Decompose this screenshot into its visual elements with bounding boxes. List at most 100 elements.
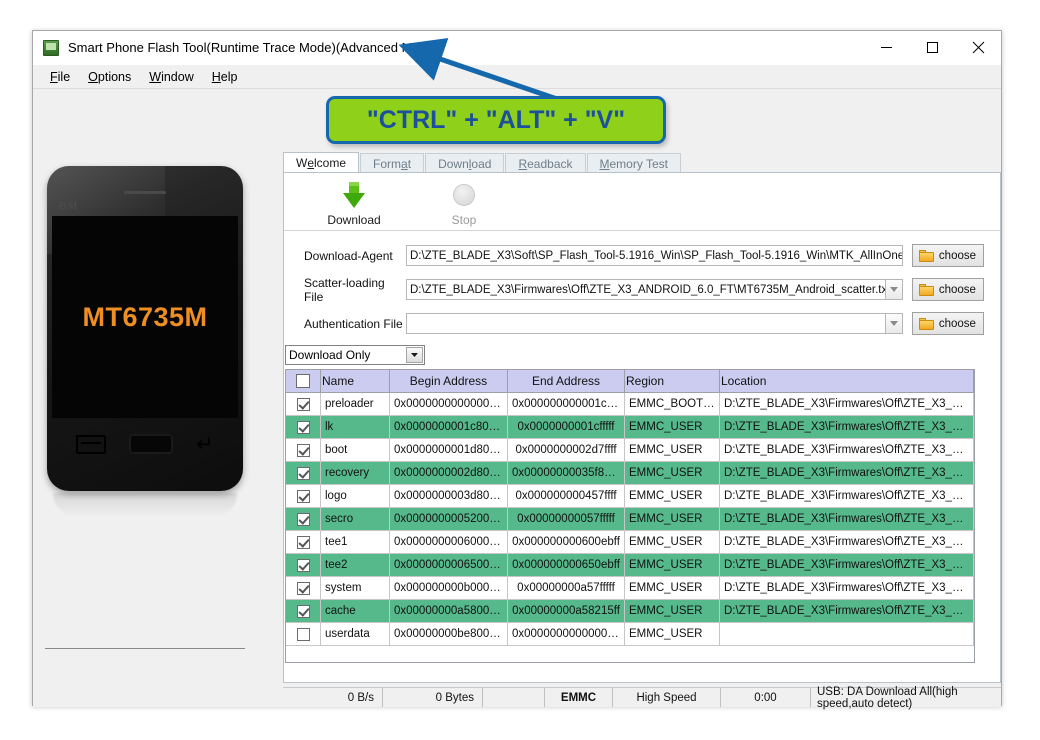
- authentication-file-input[interactable]: [406, 313, 886, 334]
- phone-brand-label: BM: [59, 200, 79, 212]
- menu-item-options[interactable]: Options: [79, 68, 140, 86]
- authentication-file-chevron-down-icon[interactable]: [885, 313, 903, 334]
- status-usb-speed: High Speed: [613, 688, 721, 707]
- location-cell: D:\ZTE_BLADE_X3\Firmwares\Off\ZTE_X3_AND…: [719, 507, 974, 531]
- column-header-end-address[interactable]: End Address: [507, 370, 625, 393]
- row-checkbox[interactable]: [296, 443, 310, 457]
- menu-item-window[interactable]: Window: [140, 68, 202, 86]
- chevron-down-icon[interactable]: [406, 347, 423, 363]
- tab-format[interactable]: Form a t: [360, 153, 425, 173]
- folder-icon: [918, 283, 934, 296]
- row-checkbox-cell[interactable]: [286, 576, 321, 600]
- download-mode-select[interactable]: Download Only: [285, 345, 425, 365]
- row-checkbox-cell[interactable]: [286, 553, 321, 577]
- minimize-button[interactable]: [863, 31, 909, 64]
- end-address-cell: 0x000000000650ebff: [507, 553, 625, 577]
- row-checkbox-cell[interactable]: [286, 461, 321, 485]
- download-agent-input[interactable]: D:\ZTE_BLADE_X3\Soft\SP_Flash_Tool-5.191…: [406, 245, 903, 266]
- end-address-cell: 0x000000000600ebff: [507, 530, 625, 554]
- phone-screen: MT6735M: [52, 216, 238, 418]
- row-checkbox[interactable]: [296, 397, 310, 411]
- table-body: preloader 0x0000000000000000 0x00000000000…: [286, 392, 974, 646]
- row-checkbox[interactable]: [296, 581, 310, 595]
- download-button[interactable]: Download: [311, 179, 397, 227]
- table-row[interactable]: cache 0x00000000a5800000 0x00000000a58215f…: [286, 599, 974, 623]
- table-row[interactable]: userdata 0x00000000be800000 0x000000000000…: [286, 622, 974, 646]
- row-checkbox-cell[interactable]: [286, 622, 321, 646]
- table-row[interactable]: tee2 0x0000000006500000 0x000000000650ebff…: [286, 553, 974, 577]
- row-checkbox[interactable]: [296, 489, 310, 503]
- status-bytes: 0 Bytes: [383, 688, 483, 707]
- location-cell: D:\ZTE_BLADE_X3\Firmwares\Off\ZTE_X3_AND…: [719, 599, 974, 623]
- partition-name-cell: system: [320, 576, 390, 600]
- table-row[interactable]: boot 0x0000000001d80000 0x0000000002d7ffff…: [286, 438, 974, 462]
- status-bar: 0 B/s 0 Bytes EMMC High Speed 0:00 USB: …: [283, 686, 1001, 710]
- row-checkbox-cell[interactable]: [286, 599, 321, 623]
- maximize-button[interactable]: [909, 31, 955, 64]
- stop-button[interactable]: Stop: [421, 179, 507, 227]
- download-agent-choose-button[interactable]: choose: [911, 244, 984, 267]
- column-header-location[interactable]: Location: [719, 370, 974, 393]
- tab-download[interactable]: Down l oad: [425, 153, 505, 173]
- download-mode-value: Download Only: [289, 348, 371, 362]
- row-checkbox-cell[interactable]: [286, 392, 321, 416]
- table-row[interactable]: recovery 0x0000000002d80000 0x00000000035f…: [286, 461, 974, 485]
- region-cell: EMMC_BOOT_1: [624, 392, 720, 416]
- menu-item-file[interactable]: File: [41, 68, 79, 86]
- row-checkbox[interactable]: [296, 535, 310, 549]
- download-button-label: Download: [327, 213, 381, 227]
- scatter-file-input[interactable]: D:\ZTE_BLADE_X3\Firmwares\Off\ZTE_X3_AND…: [406, 279, 886, 300]
- row-checkbox[interactable]: [296, 420, 310, 434]
- authentication-file-choose-button[interactable]: choose: [911, 312, 984, 335]
- main-panel: We lcome Form a t Down l oad Readback Memory …: [245, 89, 1003, 710]
- partition-name-cell: tee2: [320, 553, 390, 577]
- row-checkbox-cell[interactable]: [286, 530, 321, 554]
- partition-name-cell: userdata: [320, 622, 390, 646]
- chipset-label: MT6735M: [82, 301, 208, 332]
- window-controls: [863, 31, 1001, 64]
- scatter-file-choose-button[interactable]: choose: [911, 278, 984, 301]
- location-cell: D:\ZTE_BLADE_X3\Firmwares\Off\ZTE_X3_AND…: [719, 392, 974, 416]
- tab-memory-test[interactable]: Memory Test: [586, 153, 681, 173]
- column-header-begin-address[interactable]: Begin Address: [389, 370, 508, 393]
- partition-name-cell: secro: [320, 507, 390, 531]
- end-address-cell: 0x00000000a57fffff: [507, 576, 625, 600]
- table-row[interactable]: system 0x000000000b000000 0x00000000a57fff…: [286, 576, 974, 600]
- column-header-name[interactable]: Name: [320, 370, 390, 393]
- table-header-row: Name Begin Address End Address Region Lo…: [286, 370, 974, 393]
- table-row[interactable]: secro 0x0000000005200000 0x00000000057ffff…: [286, 507, 974, 531]
- tab-welcome[interactable]: We lcome: [283, 152, 360, 173]
- stop-button-label: Stop: [451, 213, 477, 227]
- end-address-cell: 0x000000000457ffff: [507, 484, 625, 508]
- choose-label: choose: [938, 317, 976, 330]
- tab-readback[interactable]: Readback: [505, 153, 586, 173]
- table-row[interactable]: preloader 0x0000000000000000 0x00000000000…: [286, 392, 974, 416]
- select-all-checkbox[interactable]: [296, 374, 310, 389]
- row-checkbox-cell[interactable]: [286, 438, 321, 462]
- begin-address-cell: 0x0000000006000000: [389, 530, 508, 554]
- row-checkbox[interactable]: [296, 558, 310, 572]
- folder-icon: [918, 249, 934, 262]
- row-checkbox[interactable]: [296, 512, 310, 526]
- scatter-file-row: Scatter-loading File D:\ZTE_BLADE_X3\Fir…: [304, 276, 984, 304]
- begin-address-cell: 0x0000000005200000: [389, 507, 508, 531]
- column-header-region[interactable]: Region: [624, 370, 720, 393]
- table-row[interactable]: lk 0x0000000001c80000 0x0000000001cfffff EM…: [286, 415, 974, 439]
- row-checkbox[interactable]: [296, 627, 310, 641]
- end-address-cell: 0x0000000000000000: [507, 622, 625, 646]
- end-address-cell: 0x00000000057fffff: [507, 507, 625, 531]
- close-button[interactable]: [955, 31, 1001, 64]
- select-all-header[interactable]: [286, 370, 321, 393]
- partition-name-cell: tee1: [320, 530, 390, 554]
- row-checkbox-cell[interactable]: [286, 507, 321, 531]
- menu-item-help[interactable]: Help: [203, 68, 247, 86]
- table-row[interactable]: logo 0x0000000003d80000 0x000000000457ffff…: [286, 484, 974, 508]
- scatter-file-chevron-down-icon[interactable]: [885, 279, 903, 300]
- row-checkbox-cell[interactable]: [286, 415, 321, 439]
- row-checkbox[interactable]: [296, 604, 310, 618]
- table-row[interactable]: tee1 0x0000000006000000 0x000000000600ebff…: [286, 530, 974, 554]
- partition-table[interactable]: Name Begin Address End Address Region Lo…: [285, 369, 975, 663]
- row-checkbox-cell[interactable]: [286, 484, 321, 508]
- row-checkbox[interactable]: [296, 466, 310, 480]
- end-address-cell: 0x0000000001cfffff: [507, 415, 625, 439]
